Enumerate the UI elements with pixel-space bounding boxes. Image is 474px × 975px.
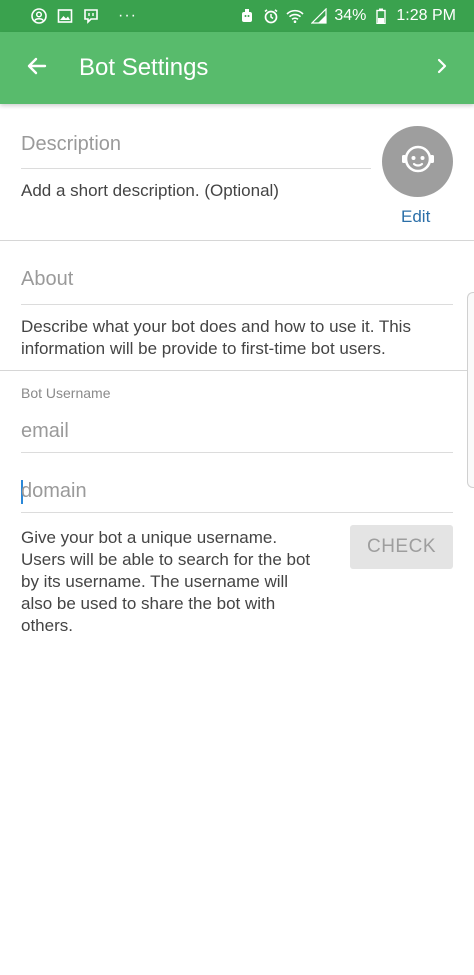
section-divider xyxy=(0,370,474,371)
description-hint: Add a short description. (Optional) xyxy=(21,181,279,200)
domain-input[interactable]: domain xyxy=(21,480,87,503)
check-button[interactable]: CHECK xyxy=(350,525,453,569)
status-bar: ··· 34% 1:28 PM xyxy=(0,0,474,32)
edge-panel-handle[interactable] xyxy=(467,292,474,488)
about-hint: Describe what your bot does and how to u… xyxy=(21,317,411,358)
signal-icon xyxy=(310,7,328,25)
page-title: Bot Settings xyxy=(79,54,209,81)
chevron-right-icon xyxy=(434,58,450,79)
account-circle-icon xyxy=(30,7,48,25)
about-underline xyxy=(21,304,453,305)
description-input[interactable]: Description xyxy=(21,133,121,156)
domain-underline xyxy=(21,512,453,513)
section-divider xyxy=(0,240,474,241)
bot-avatar[interactable] xyxy=(382,126,453,197)
image-icon xyxy=(56,7,74,25)
next-button[interactable] xyxy=(410,32,474,104)
status-left-icons: ··· xyxy=(30,7,137,25)
about-input[interactable]: About xyxy=(21,268,73,291)
status-right-icons: 34% 1:28 PM xyxy=(238,7,456,25)
arrow-left-icon xyxy=(25,54,49,83)
back-button[interactable] xyxy=(0,32,74,104)
battery-percent: 34% xyxy=(334,7,367,24)
message-icon xyxy=(82,7,100,25)
email-underline xyxy=(21,452,453,453)
alarm-icon xyxy=(262,7,280,25)
edit-avatar-link[interactable]: Edit xyxy=(401,207,430,227)
email-input[interactable]: email xyxy=(21,420,69,443)
app-bar: Bot Settings xyxy=(0,32,474,104)
bot-face-icon xyxy=(398,139,438,184)
username-hint: Give your bot a unique username. Users w… xyxy=(21,528,311,635)
android-icon xyxy=(238,7,256,25)
wifi-icon xyxy=(286,7,304,25)
bot-username-label: Bot Username xyxy=(21,385,111,401)
battery-icon xyxy=(372,7,390,25)
status-time: 1:28 PM xyxy=(396,7,456,24)
more-dots-icon: ··· xyxy=(118,7,137,24)
description-underline xyxy=(21,168,371,169)
